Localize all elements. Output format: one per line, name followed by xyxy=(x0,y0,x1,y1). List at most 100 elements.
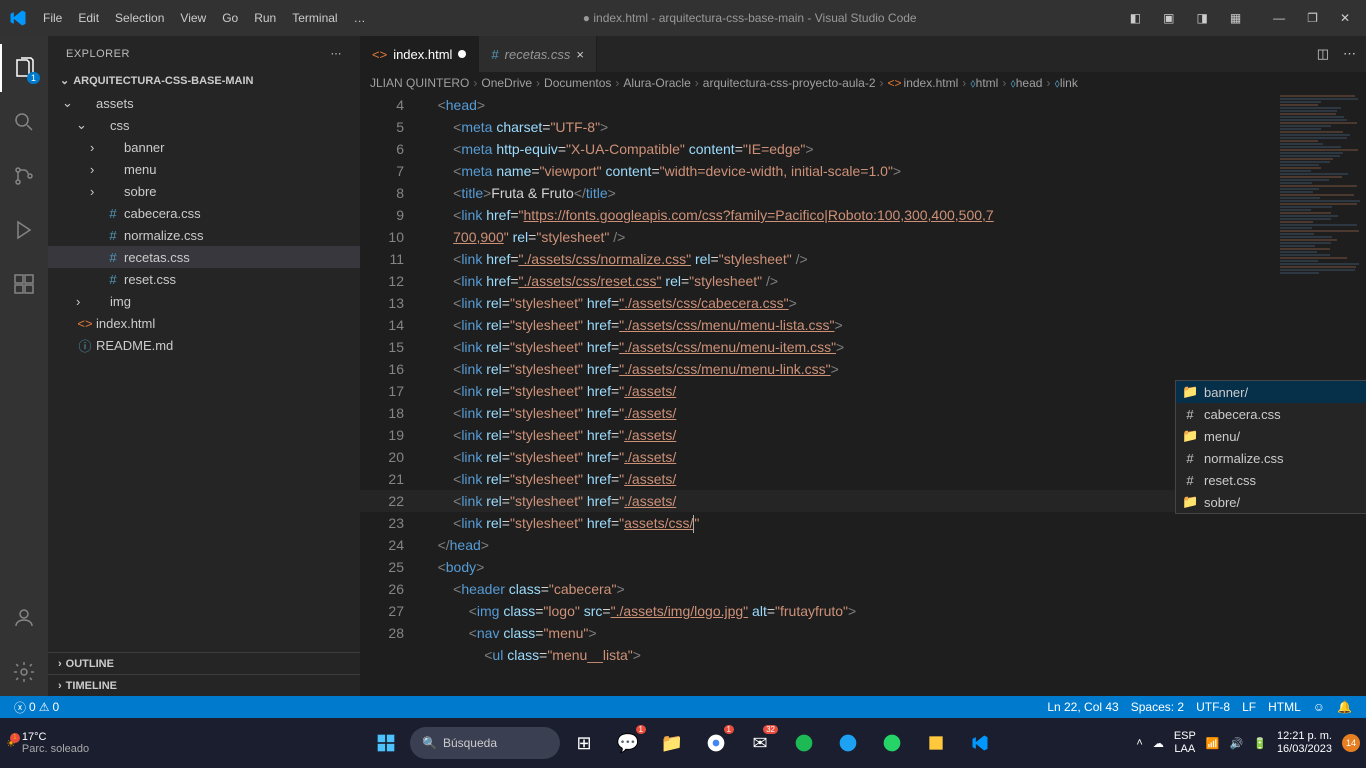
whatsapp-icon[interactable] xyxy=(872,723,912,763)
menu-edit[interactable]: Edit xyxy=(70,0,107,36)
statusbar: ⓧ0⚠0 Ln 22, Col 43 Spaces: 2 UTF-8 LF HT… xyxy=(0,696,1366,718)
weather-icon: ☀1 xyxy=(6,737,16,750)
search-view-icon[interactable] xyxy=(0,98,48,146)
suggest-reset-css[interactable]: #reset.css xyxy=(1176,469,1366,491)
status-position[interactable]: Ln 22, Col 43 xyxy=(1041,700,1124,714)
tray-chevron-icon[interactable]: ˄ xyxy=(1136,737,1142,749)
menu-run[interactable]: Run xyxy=(246,0,284,36)
suggest-widget[interactable]: 📁banner/#cabecera.css📁menu/#normalize.cs… xyxy=(1175,380,1366,514)
error-icon: ⓧ xyxy=(14,699,26,716)
sidebar-more-icon[interactable]: ⋯ xyxy=(331,47,343,60)
mail-icon[interactable]: ✉32 xyxy=(740,723,780,763)
menu-go[interactable]: Go xyxy=(214,0,246,36)
explorer-label: EXPLORER xyxy=(66,48,130,60)
chrome-icon[interactable]: 1 xyxy=(696,723,736,763)
timeline-section[interactable]: ›TIMELINE xyxy=(48,674,360,696)
css-file-icon: # xyxy=(491,47,498,62)
menu-file[interactable]: File xyxy=(35,0,70,36)
breadcrumb[interactable]: JLIAN QUINTERO› OneDrive› Documentos› Al… xyxy=(360,72,1366,94)
tree-item-css[interactable]: ⌄css xyxy=(48,114,360,136)
editor: <> index.html # recetas.css × ◫ ⋯ JLIAN … xyxy=(360,36,1366,696)
status-indent[interactable]: Spaces: 2 xyxy=(1125,700,1190,714)
source-control-icon[interactable] xyxy=(0,152,48,200)
status-eol[interactable]: LF xyxy=(1236,700,1262,714)
status-lang[interactable]: HTML xyxy=(1262,700,1307,714)
close-icon[interactable]: ✕ xyxy=(1336,11,1354,25)
taskbar-weather[interactable]: ☀1 17°C Parc. soleado xyxy=(6,731,89,755)
menu-more[interactable]: … xyxy=(346,0,374,36)
taskbar-clock[interactable]: 12:21 p. m. 16/03/2023 xyxy=(1277,730,1332,756)
chevron-down-icon: ⌄ xyxy=(60,74,69,87)
status-encoding[interactable]: UTF-8 xyxy=(1190,700,1236,714)
taskbar-search[interactable]: 🔍Búsqueda xyxy=(410,727,560,759)
suggest-normalize-css[interactable]: #normalize.css xyxy=(1176,447,1366,469)
layout-controls: ◧ ▣ ◨ ▦ — ❐ ✕ xyxy=(1126,11,1366,25)
run-debug-icon[interactable] xyxy=(0,206,48,254)
windows-taskbar: ☀1 17°C Parc. soleado 🔍Búsqueda ⊞ 💬1 📁 1… xyxy=(0,718,1366,768)
spotify-icon[interactable] xyxy=(784,723,824,763)
tree-item-img[interactable]: ›img xyxy=(48,290,360,312)
notes-icon[interactable] xyxy=(916,723,956,763)
volume-icon[interactable]: 🔊 xyxy=(1230,737,1244,750)
tree-item-README-md[interactable]: ⓘREADME.md xyxy=(48,334,360,356)
suggest-cabecera-css[interactable]: #cabecera.css xyxy=(1176,403,1366,425)
toggle-panel-right-icon[interactable]: ◨ xyxy=(1192,11,1211,25)
twitter-icon[interactable] xyxy=(828,723,868,763)
code-editor[interactable]: 4567891011121314151617181920212223242526… xyxy=(360,94,1366,696)
status-bell-icon[interactable]: 🔔 xyxy=(1331,700,1358,714)
tab-index-html[interactable]: <> index.html xyxy=(360,36,479,72)
settings-gear-icon[interactable] xyxy=(0,648,48,696)
tree-item-index-html[interactable]: <>index.html xyxy=(48,312,360,334)
activity-bar: 1 xyxy=(0,36,48,696)
suggest-banner-[interactable]: 📁banner/ xyxy=(1176,381,1366,403)
wifi-icon[interactable]: 📶 xyxy=(1206,737,1220,750)
warning-icon: ⚠ xyxy=(39,700,50,714)
suggest-menu-[interactable]: 📁menu/ xyxy=(1176,425,1366,447)
start-button[interactable] xyxy=(366,723,406,763)
status-errors[interactable]: ⓧ0⚠0 xyxy=(8,699,65,716)
task-view-icon[interactable]: ⊞ xyxy=(564,723,604,763)
onedrive-icon[interactable]: ☁ xyxy=(1153,737,1164,750)
titlebar: File Edit Selection View Go Run Terminal… xyxy=(0,0,1366,36)
tree-item-banner[interactable]: ›banner xyxy=(48,136,360,158)
editor-more-icon[interactable]: ⋯ xyxy=(1343,46,1356,62)
menu-bar: File Edit Selection View Go Run Terminal… xyxy=(35,0,374,36)
extensions-icon[interactable] xyxy=(0,260,48,308)
file-explorer-icon[interactable]: 📁 xyxy=(652,723,692,763)
language-indicator[interactable]: ESP xyxy=(1174,730,1196,743)
status-feedback-icon[interactable]: ☺ xyxy=(1307,700,1331,714)
maximize-icon[interactable]: ❐ xyxy=(1303,11,1322,25)
search-icon: 🔍 xyxy=(422,736,437,750)
line-gutter: 4567891011121314151617181920212223242526… xyxy=(360,94,422,696)
toggle-panel-left-icon[interactable]: ◧ xyxy=(1126,11,1145,25)
split-editor-icon[interactable]: ◫ xyxy=(1317,46,1329,62)
tab-recetas-css[interactable]: # recetas.css × xyxy=(479,36,597,72)
minimize-icon[interactable]: — xyxy=(1269,11,1289,25)
chat-icon[interactable]: 💬1 xyxy=(608,723,648,763)
close-tab-icon[interactable]: × xyxy=(576,47,584,62)
accounts-icon[interactable] xyxy=(0,594,48,642)
tree-item-assets[interactable]: ⌄assets xyxy=(48,92,360,114)
menu-selection[interactable]: Selection xyxy=(107,0,172,36)
tree-item-sobre[interactable]: ›sobre xyxy=(48,180,360,202)
outline-section[interactable]: ›OUTLINE xyxy=(48,652,360,674)
project-root[interactable]: ⌄ ARQUITECTURA-CSS-BASE-MAIN xyxy=(48,71,360,90)
sidebar-header: EXPLORER ⋯ xyxy=(48,36,360,71)
suggest-sobre-[interactable]: 📁sobre/ xyxy=(1176,491,1366,513)
notification-icon[interactable]: 14 xyxy=(1342,734,1360,752)
menu-view[interactable]: View xyxy=(172,0,214,36)
tree-item-menu[interactable]: ›menu xyxy=(48,158,360,180)
tree-item-recetas-css[interactable]: #recetas.css xyxy=(48,246,360,268)
customize-layout-icon[interactable]: ▦ xyxy=(1226,11,1245,25)
editor-tabs: <> index.html # recetas.css × ◫ ⋯ xyxy=(360,36,1366,72)
toggle-panel-bottom-icon[interactable]: ▣ xyxy=(1159,11,1178,25)
tree-item-reset-css[interactable]: #reset.css xyxy=(48,268,360,290)
menu-terminal[interactable]: Terminal xyxy=(284,0,345,36)
tree-item-normalize-css[interactable]: #normalize.css xyxy=(48,224,360,246)
explorer-icon[interactable]: 1 xyxy=(0,44,48,92)
window-title: ● index.html - arquitectura-css-base-mai… xyxy=(374,11,1126,25)
battery-icon[interactable]: 🔋 xyxy=(1253,737,1267,750)
vscode-taskbar-icon[interactable] xyxy=(960,723,1000,763)
tree-item-cabecera-css[interactable]: #cabecera.css xyxy=(48,202,360,224)
vscode-logo-icon xyxy=(0,8,35,28)
